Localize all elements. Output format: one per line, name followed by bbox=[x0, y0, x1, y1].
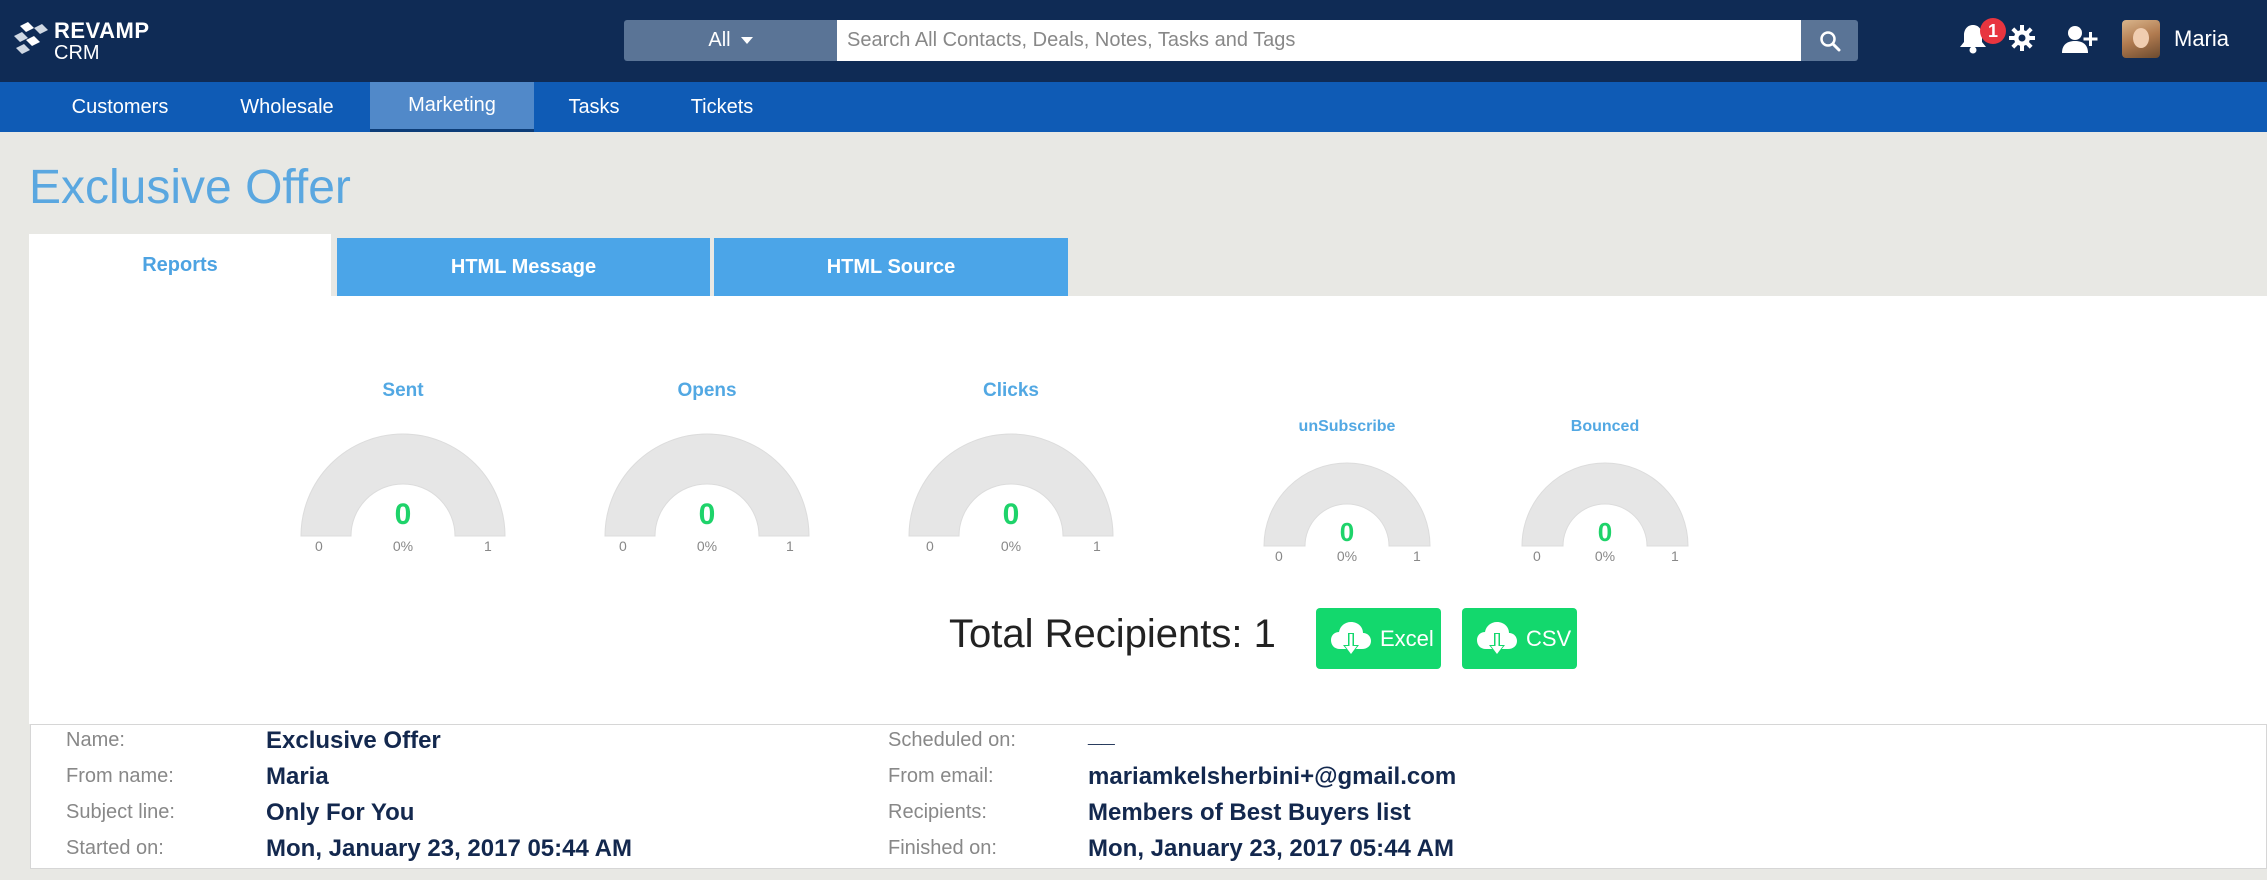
gauge-percent: 0% bbox=[1000, 538, 1022, 554]
nav-item-tasks[interactable]: Tasks bbox=[548, 82, 640, 132]
logo-mark-icon bbox=[14, 22, 48, 54]
gauge-clicks: Clicks 0 0% 0 1 bbox=[904, 380, 1118, 560]
gauge-min: 0 bbox=[619, 538, 627, 554]
notification-badge: 1 bbox=[1980, 18, 2006, 44]
subject-value: Only For You bbox=[266, 799, 415, 826]
user-name[interactable]: Maria bbox=[2174, 26, 2229, 52]
gauge-min: 0 bbox=[1533, 548, 1541, 564]
top-header: REVAMP CRM All 1 bbox=[0, 0, 2267, 82]
scheduled-value: __ bbox=[1088, 721, 1115, 748]
recipients-value: Members of Best Buyers list bbox=[1088, 799, 1411, 826]
gauge-title: Opens bbox=[677, 380, 737, 401]
cloud-download-icon bbox=[1331, 621, 1371, 655]
gauge-percent: 0% bbox=[696, 538, 718, 554]
csv-label: CSV bbox=[1526, 625, 1572, 651]
total-recipients: Total Recipients: 1 bbox=[949, 612, 1276, 656]
page-title: Exclusive Offer bbox=[29, 161, 351, 214]
gauge-opens: Opens 0 0% 0 1 bbox=[600, 380, 814, 560]
gauge-percent: 0% bbox=[392, 538, 414, 554]
tab-reports[interactable]: Reports bbox=[29, 234, 331, 296]
search-input[interactable] bbox=[837, 20, 1801, 61]
search-icon bbox=[1819, 30, 1840, 51]
gauge-value: 0 bbox=[1339, 517, 1355, 547]
logo-line-2: CRM bbox=[54, 42, 100, 64]
gear-icon[interactable] bbox=[2008, 24, 2036, 52]
gauge-unsubscribe: unSubscribe 0 0% 0 1 bbox=[1260, 418, 1434, 568]
gauge-min: 0 bbox=[315, 538, 323, 554]
gauge-max: 1 bbox=[1413, 548, 1421, 564]
recipients-label: Recipients: bbox=[888, 801, 987, 823]
subject-label: Subject line: bbox=[66, 801, 175, 823]
campaign-details: Name: Exclusive Offer From name: Maria S… bbox=[30, 721, 2267, 869]
finished-label: Finished on: bbox=[888, 837, 997, 859]
search-button[interactable] bbox=[1801, 20, 1858, 61]
nav-item-customers[interactable]: Customers bbox=[46, 82, 194, 132]
from-email-label: From email: bbox=[888, 765, 994, 787]
gauge-title: unSubscribe bbox=[1298, 418, 1396, 435]
chevron-down-icon bbox=[740, 37, 753, 44]
gauge-title: Sent bbox=[382, 380, 424, 401]
download-csv-button[interactable]: CSV bbox=[1462, 608, 1577, 669]
revamp-crm-logo[interactable]: REVAMP CRM bbox=[12, 16, 162, 64]
gauge-bounced: Bounced 0 0% 0 1 bbox=[1518, 418, 1692, 568]
nav-item-marketing[interactable]: Marketing bbox=[370, 82, 534, 132]
nav-item-wholesale[interactable]: Wholesale bbox=[214, 82, 360, 132]
gauge-min: 0 bbox=[926, 538, 934, 554]
gauge-max: 1 bbox=[1671, 548, 1679, 564]
excel-label: Excel bbox=[1380, 625, 1434, 651]
gauge-value: 0 bbox=[1597, 517, 1613, 547]
tab-html-source[interactable]: HTML Source bbox=[714, 238, 1068, 296]
avatar-face bbox=[2133, 28, 2149, 48]
avatar[interactable] bbox=[2122, 20, 2160, 58]
gauge-min: 0 bbox=[1275, 548, 1283, 564]
started-value: Mon, January 23, 2017 05:44 AM bbox=[266, 835, 632, 862]
from-name-label: From name: bbox=[66, 765, 174, 787]
gauge-percent: 0% bbox=[1336, 548, 1358, 564]
cloud-download-icon bbox=[1477, 621, 1517, 655]
search-scope-dropdown[interactable]: All bbox=[624, 20, 837, 61]
gauge-max: 1 bbox=[1093, 538, 1101, 554]
nav-item-tickets[interactable]: Tickets bbox=[676, 82, 768, 132]
name-label: Name: bbox=[66, 729, 125, 751]
from-name-value: Maria bbox=[266, 763, 329, 790]
name-value: Exclusive Offer bbox=[266, 727, 441, 754]
finished-value: Mon, January 23, 2017 05:44 AM bbox=[1088, 835, 1454, 862]
started-label: Started on: bbox=[66, 837, 164, 859]
gauge-value: 0 bbox=[394, 498, 412, 531]
download-excel-button[interactable]: Excel bbox=[1316, 608, 1441, 669]
global-search: All bbox=[624, 20, 1874, 61]
tab-html-message[interactable]: HTML Message bbox=[337, 238, 710, 296]
scheduled-label: Scheduled on: bbox=[888, 729, 1016, 751]
gauge-value: 0 bbox=[698, 498, 716, 531]
main-nav: Customers Wholesale Marketing Tasks Tick… bbox=[0, 82, 2267, 132]
gauge-percent: 0% bbox=[1594, 548, 1616, 564]
logo-line-1: REVAMP bbox=[54, 18, 150, 43]
gauge-value: 0 bbox=[1002, 498, 1020, 531]
from-email-value: mariamkelsherbini+@gmail.com bbox=[1088, 763, 1457, 790]
gauge-max: 1 bbox=[786, 538, 794, 554]
gauge-title: Clicks bbox=[983, 380, 1039, 401]
search-scope-label: All bbox=[708, 29, 731, 51]
gauge-sent: Sent 0 0% 0 1 bbox=[296, 380, 510, 560]
gauge-max: 1 bbox=[484, 538, 492, 554]
gauge-title: Bounced bbox=[1570, 418, 1640, 435]
add-user-icon[interactable] bbox=[2062, 24, 2098, 54]
